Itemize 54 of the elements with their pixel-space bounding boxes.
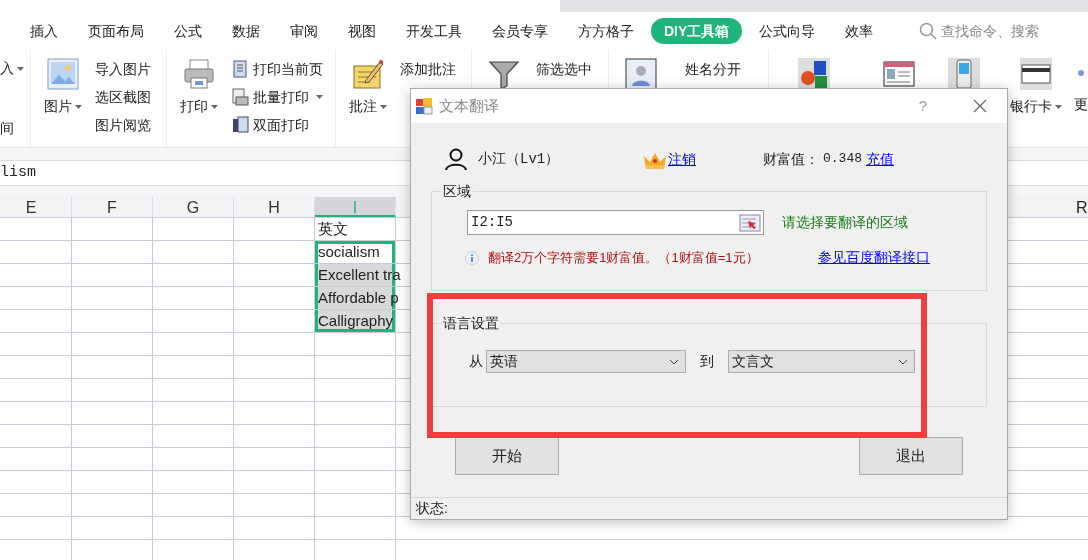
ribbon-label[interactable]: 入 — [0, 58, 14, 79]
group-legend: 区域 — [441, 181, 473, 202]
language-dropdown[interactable]: 文言文 — [728, 350, 915, 373]
range-field[interactable]: I2:I5 — [467, 210, 764, 235]
ribbon-button[interactable]: 双面打印 — [252, 114, 309, 136]
column-header[interactable]: G — [153, 197, 234, 217]
column-header[interactable]: F — [72, 197, 153, 217]
column-header[interactable]: E — [0, 197, 72, 217]
ribbon-button[interactable]: 筛选选中 — [535, 58, 592, 80]
ribbon-button[interactable]: 更 — [1074, 94, 1088, 115]
dialog-button[interactable]: 退出 — [859, 437, 963, 475]
menu-tab[interactable]: 视图 — [348, 18, 376, 44]
status-label: 状态: — [416, 499, 448, 518]
ribbon-button[interactable]: 图片 — [43, 96, 72, 117]
search-field[interactable]: 查找命令、搜索 — [941, 20, 1040, 42]
ribbon-button[interactable]: 导入图片 — [94, 58, 151, 80]
ribbon-button[interactable]: 打印当前页 — [252, 58, 323, 80]
menu-tab[interactable]: 公式 — [174, 18, 202, 44]
cell-text: 英文 — [318, 219, 348, 239]
formula-value: lism — [0, 162, 36, 183]
cell-text: socialism — [318, 242, 380, 262]
menu-tab[interactable]: 页面布局 — [88, 18, 144, 44]
notice-text: 翻译2万个字符需要1财富值。（1财富值=1元） — [488, 248, 760, 267]
menu-tab[interactable]: 会员专享 — [492, 18, 548, 44]
user-name: 小江（Lv1） — [478, 149, 561, 169]
ribbon-button[interactable]: 添加批注 — [399, 58, 456, 80]
menu-tab[interactable]: 公式向导 — [759, 18, 816, 44]
hint-text: 请选择要翻译的区域 — [782, 213, 908, 232]
recharge-link[interactable]: 充值 — [866, 148, 894, 170]
menu-tab[interactable]: 效率 — [845, 18, 874, 44]
ribbon-label[interactable]: 间 — [0, 118, 30, 139]
logout-link[interactable]: 注销 — [668, 148, 763, 170]
ribbon-button[interactable]: 银行卡 — [1010, 96, 1052, 117]
ribbon-button[interactable]: 批注 — [348, 96, 377, 117]
ribbon-button[interactable]: 图片阅览 — [94, 114, 151, 136]
dialog-button[interactable]: 开始 — [455, 437, 559, 475]
ribbon-button[interactable]: 批量打印 — [252, 86, 309, 108]
menu-tab[interactable]: 开发工具 — [406, 18, 462, 44]
menu-tab[interactable]: 插入 — [30, 18, 58, 44]
ribbon-button[interactable]: 姓名分开 — [685, 58, 742, 80]
ribbon-button[interactable]: 打印 — [179, 96, 208, 117]
menu-tab[interactable]: 审阅 — [290, 18, 318, 44]
field-label: 从 — [469, 352, 483, 371]
api-link[interactable]: 参见百度翻译接口 — [818, 247, 930, 268]
field-label: 到 — [700, 352, 714, 371]
language-dropdown[interactable]: 英语 — [486, 350, 686, 373]
menu-tab[interactable]: 数据 — [232, 18, 260, 44]
dialog-title: 文本翻译 — [439, 95, 499, 116]
column-header[interactable]: R — [1076, 197, 1088, 217]
wealth-value: 0.348 — [823, 150, 862, 169]
group-legend: 语言设置 — [441, 313, 501, 334]
ribbon-button[interactable]: 选区截图 — [94, 86, 151, 108]
wealth-label: 财富值： — [763, 149, 819, 169]
menu-tab[interactable]: 方方格子 — [578, 18, 634, 44]
